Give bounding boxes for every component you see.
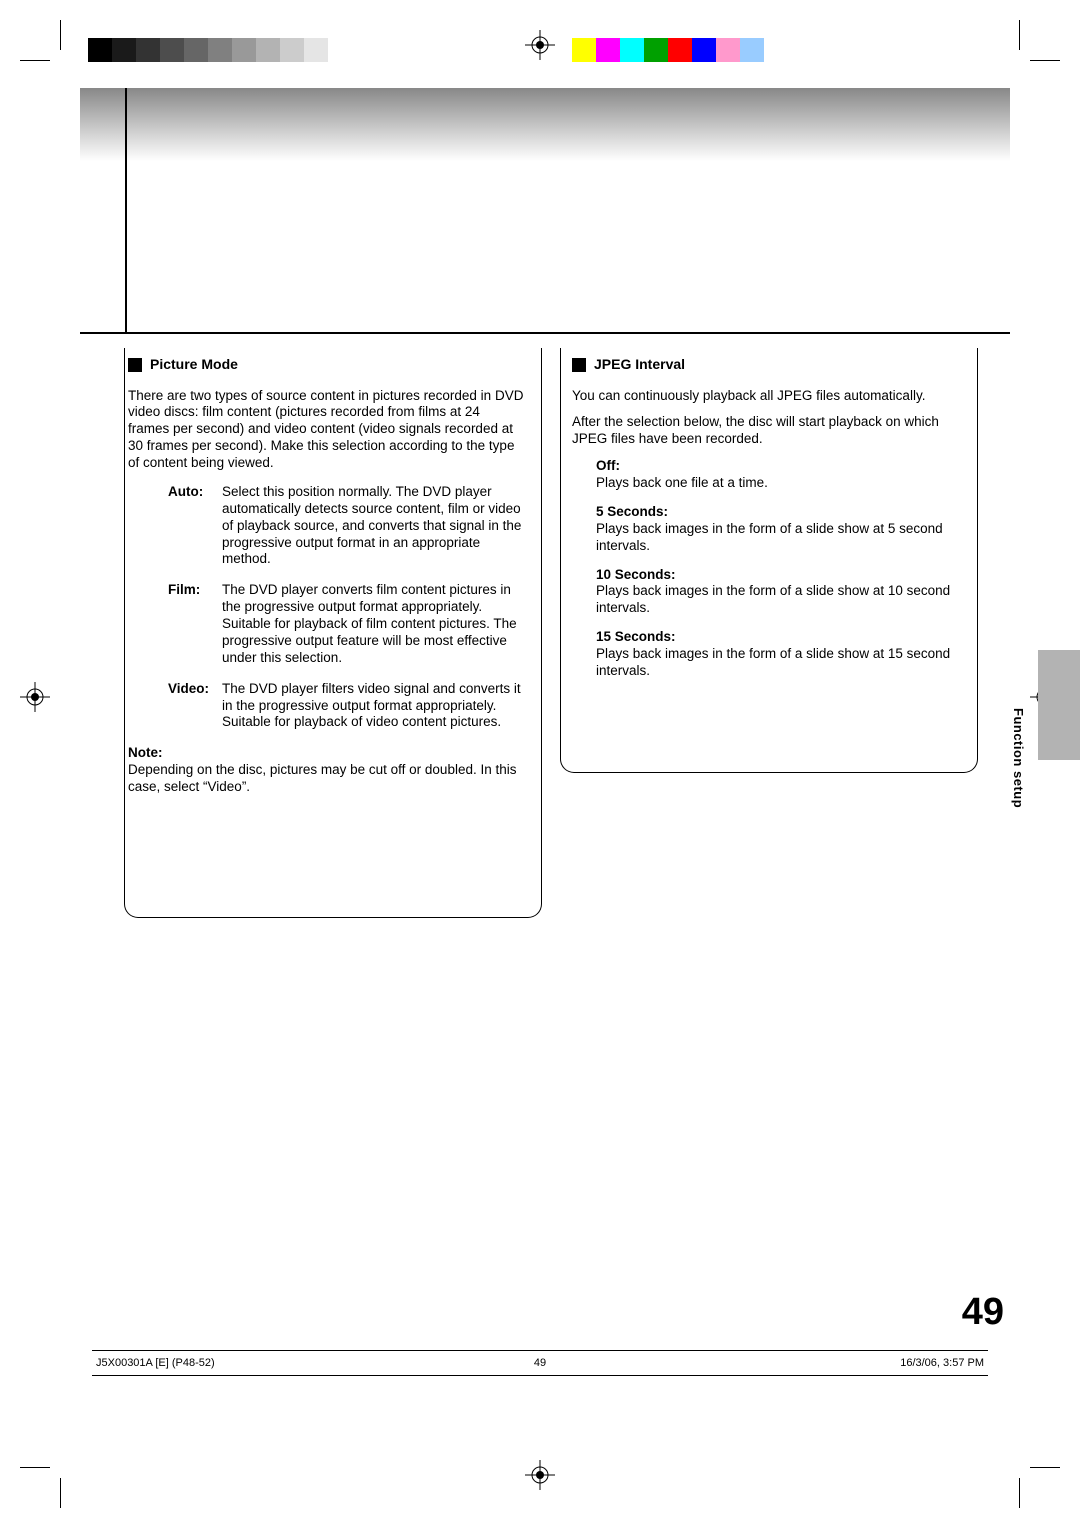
- option-label: Off:: [596, 458, 968, 475]
- option-body: Plays back images in the form of a slide…: [596, 646, 950, 678]
- chapter-header: [80, 88, 1010, 334]
- grayscale-swatch-strip: [88, 38, 328, 62]
- print-slug-bar: J5X00301A [E] (P48-52) 49 16/3/06, 3:57 …: [92, 1350, 988, 1376]
- trim-mark: [60, 20, 61, 50]
- trim-mark: [1019, 1478, 1020, 1508]
- column-jpeg-interval: JPEG Interval You can continuously playb…: [572, 356, 968, 806]
- jpeg-intro-1: You can continuously playback all JPEG f…: [572, 388, 968, 405]
- trim-mark: [1019, 20, 1020, 50]
- option-label: 15 Seconds:: [596, 629, 968, 646]
- section-tab-label: Function setup: [1011, 708, 1026, 808]
- registration-mark-icon: [20, 682, 50, 712]
- note-label: Note:: [128, 745, 524, 762]
- option-off: Off: Plays back one file at a time.: [596, 458, 968, 492]
- definition-term: Auto:: [168, 484, 212, 568]
- jpeg-interval-options: Off: Plays back one file at a time. 5 Se…: [596, 458, 968, 680]
- definition-body: The DVD player filters video signal and …: [222, 681, 524, 732]
- slug-page: 49: [92, 1357, 988, 1369]
- option-label: 10 Seconds:: [596, 567, 968, 584]
- option-15-seconds: 15 Seconds: Plays back images in the for…: [596, 629, 968, 680]
- definition-video: Video: The DVD player filters video sign…: [168, 681, 524, 732]
- trim-mark: [20, 60, 50, 61]
- definition-term: Video:: [168, 681, 212, 732]
- option-10-seconds: 10 Seconds: Plays back images in the for…: [596, 567, 968, 618]
- picture-mode-intro: There are two types of source content in…: [128, 388, 524, 472]
- registration-mark-icon: [525, 30, 555, 60]
- section-heading-jpeg-interval: JPEG Interval: [572, 356, 968, 374]
- option-body: Plays back one file at a time.: [596, 475, 768, 490]
- option-body: Plays back images in the form of a slide…: [596, 583, 950, 615]
- option-body: Plays back images in the form of a slide…: [596, 521, 943, 553]
- definition-film: Film: The DVD player converts film conte…: [168, 582, 524, 666]
- heading-text: JPEG Interval: [594, 356, 685, 374]
- heading-text: Picture Mode: [150, 356, 238, 374]
- section-heading-picture-mode: Picture Mode: [128, 356, 524, 374]
- trim-mark: [1030, 60, 1060, 61]
- definition-body: Select this position normally. The DVD p…: [222, 484, 524, 568]
- content-columns: Picture Mode There are two types of sour…: [128, 356, 968, 806]
- option-label: 5 Seconds:: [596, 504, 968, 521]
- color-swatch-strip: [572, 38, 764, 62]
- registration-mark-icon: [525, 1460, 555, 1490]
- section-thumb-tab: [1038, 650, 1080, 760]
- column-picture-mode: Picture Mode There are two types of sour…: [128, 356, 524, 806]
- trim-mark: [60, 1478, 61, 1508]
- trim-mark: [1030, 1467, 1060, 1468]
- picture-mode-definitions: Auto: Select this position normally. The…: [168, 484, 524, 731]
- definition-auto: Auto: Select this position normally. The…: [168, 484, 524, 568]
- definition-term: Film:: [168, 582, 212, 666]
- option-5-seconds: 5 Seconds: Plays back images in the form…: [596, 504, 968, 555]
- trim-mark: [20, 1467, 50, 1468]
- manual-page: Picture Mode There are two types of sour…: [0, 0, 1080, 1528]
- note-body: Depending on the disc, pictures may be c…: [128, 762, 524, 796]
- jpeg-intro-2: After the selection below, the disc will…: [572, 414, 968, 448]
- page-number: 49: [962, 1291, 1004, 1334]
- definition-body: The DVD player converts film content pic…: [222, 582, 524, 666]
